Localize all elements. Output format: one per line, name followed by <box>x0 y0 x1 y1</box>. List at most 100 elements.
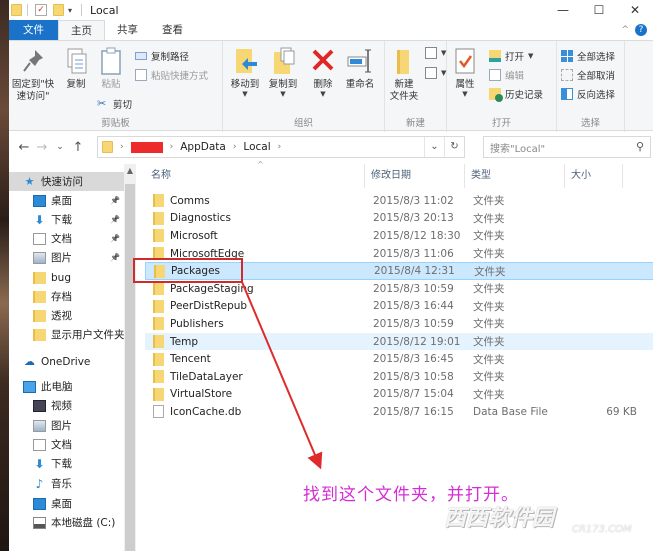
copy-path-button[interactable]: 复制路径 <box>135 49 189 63</box>
sidebar-item[interactable]: 桌面 <box>9 494 124 513</box>
file-row[interactable]: Temp 2015/8/12 19:01 文件夹 <box>145 332 653 351</box>
address-bar[interactable]: › › AppData › Local › ⌄ ↻ <box>97 136 465 158</box>
sidebar-item[interactable]: 本地磁盘 (C:) <box>9 513 124 532</box>
column-header-size[interactable]: 大小 <box>565 164 623 188</box>
edit-button[interactable]: 编辑 <box>489 68 524 82</box>
sidebar-item[interactable]: 存档 <box>9 287 124 306</box>
paste-button[interactable]: 粘贴 <box>97 46 125 91</box>
maximize-button[interactable]: ☐ <box>581 0 617 20</box>
dropdown-caret: ▼ <box>320 90 326 98</box>
forward-button[interactable]: → <box>33 140 51 155</box>
redacted-username[interactable] <box>130 141 163 153</box>
sidebar-item-label: 视频 <box>51 400 72 412</box>
properties-button[interactable]: 属性 ▼ <box>451 46 479 98</box>
pin-icon[interactable]: 📌 <box>110 234 120 243</box>
help-icon[interactable]: ? <box>635 24 647 36</box>
file-name: PackageStaging <box>170 282 254 295</box>
sidebar-item[interactable]: ⬇ 下载 📌 <box>9 210 124 229</box>
tab-view[interactable]: 查看 <box>150 20 195 40</box>
breadcrumb-separator[interactable]: › <box>278 142 282 152</box>
file-row[interactable]: IconCache.db 2015/8/7 16:15 Data Base File… <box>145 403 653 421</box>
breadcrumb-appdata[interactable]: AppData <box>180 141 226 153</box>
sidebar-item[interactable]: ☁ OneDrive <box>9 352 124 371</box>
pin-icon[interactable]: 📌 <box>110 215 120 224</box>
navigation-pane-scrollbar[interactable]: ▲ <box>124 164 136 551</box>
tab-file[interactable]: 文件 <box>9 20 58 40</box>
sidebar-item[interactable]: 此电脑 <box>9 377 124 396</box>
close-button[interactable]: ✕ <box>617 0 653 20</box>
window-controls: — ☐ ✕ <box>545 0 653 20</box>
copy-to-button[interactable]: 复制到 ▼ <box>265 46 301 98</box>
breadcrumb-separator[interactable]: › <box>170 142 174 152</box>
move-to-button[interactable]: 移动到 ▼ <box>227 46 263 98</box>
address-dropdown-button[interactable]: ⌄ <box>424 137 444 157</box>
tab-share[interactable]: 共享 <box>105 20 150 40</box>
open-button[interactable]: 打开 ▼ <box>489 49 533 63</box>
customize-toolbar-dropdown[interactable]: ▾ <box>68 6 72 15</box>
pin-icon[interactable]: 📌 <box>110 253 120 262</box>
sidebar-item[interactable]: 图片 📌 <box>9 248 124 267</box>
select-all-button[interactable]: 全部选择 <box>561 49 615 63</box>
column-header-name[interactable]: 名称 <box>145 164 365 188</box>
sidebar-item[interactable]: 图片 <box>9 416 124 435</box>
pictures-icon <box>33 419 46 432</box>
sidebar-item[interactable]: ♪ 音乐 <box>9 474 124 493</box>
invert-selection-button[interactable]: 反向选择 <box>561 87 615 101</box>
sidebar-item[interactable]: 文档 <box>9 435 124 454</box>
up-button[interactable]: ↑ <box>69 140 87 155</box>
select-none-button[interactable]: 全部取消 <box>561 68 615 82</box>
file-row[interactable]: Diagnostics 2015/8/3 20:13 文件夹 <box>145 210 653 228</box>
file-row[interactable]: PeerDistRepub 2015/8/3 16:44 文件夹 <box>145 298 653 316</box>
breadcrumb-separator[interactable]: › <box>120 142 124 152</box>
search-input[interactable]: 搜索"Local" ⚲ <box>483 136 651 158</box>
file-row[interactable]: Tencent 2015/8/3 16:45 文件夹 <box>145 350 653 368</box>
copy-path-icon <box>135 52 147 60</box>
pin-icon[interactable]: 📌 <box>110 196 120 205</box>
sidebar-item[interactable]: 显示用户文件夹 <box>9 325 124 344</box>
back-button[interactable]: ← <box>15 140 33 155</box>
sidebar-item[interactable]: bug <box>9 268 124 287</box>
collapse-ribbon-button[interactable]: ^ <box>621 25 629 35</box>
search-icon[interactable]: ⚲ <box>636 140 644 153</box>
easy-access-button[interactable]: ▼ <box>425 67 446 79</box>
paste-shortcut-button[interactable]: 粘贴快捷方式 <box>135 68 208 82</box>
properties-quick-icon[interactable]: ✓ <box>35 4 47 16</box>
sidebar-item[interactable]: ★ 快速访问 <box>9 172 124 191</box>
history-button[interactable]: 历史记录 <box>489 87 543 102</box>
file-type: 文件夹 <box>473 388 505 401</box>
refresh-button[interactable]: ↻ <box>444 137 464 157</box>
file-row[interactable]: TileDataLayer 2015/8/3 10:58 文件夹 <box>145 368 653 386</box>
file-name-cell: Publishers <box>153 317 224 331</box>
new-item-button[interactable]: ▼ <box>425 47 446 59</box>
rename-button[interactable]: 重命名 <box>341 46 379 91</box>
group-label: 打开 <box>491 118 511 129</box>
file-row[interactable]: VirtualStore 2015/8/7 15:04 文件夹 <box>145 386 653 404</box>
delete-button[interactable]: 删除 ▼ <box>309 46 337 98</box>
new-folder-quick-icon[interactable] <box>53 4 64 16</box>
sidebar-item[interactable]: 桌面 📌 <box>9 191 124 210</box>
new-folder-button[interactable]: 新建 文件夹 <box>387 46 421 103</box>
sidebar-item[interactable]: 文档 📌 <box>9 229 124 248</box>
file-row[interactable]: Comms 2015/8/3 11:02 文件夹 <box>145 192 653 210</box>
recent-locations-button[interactable]: ⌄ <box>51 142 69 152</box>
file-row[interactable]: Microsoft 2015/8/12 18:30 文件夹 <box>145 227 653 245</box>
sidebar-item[interactable]: 透视 <box>9 306 124 325</box>
scrollbar-thumb[interactable] <box>125 184 135 551</box>
file-size: 69 KB <box>606 405 637 418</box>
folder-icon[interactable] <box>11 4 22 16</box>
pin-quick-access-button[interactable]: 固定到"快 速访问" <box>11 46 55 103</box>
minimize-button[interactable]: — <box>545 0 581 20</box>
tab-home[interactable]: 主页 <box>58 20 105 40</box>
sidebar-item-label: 透视 <box>51 310 72 322</box>
file-row[interactable]: Publishers 2015/8/3 10:59 文件夹 <box>145 315 653 333</box>
column-header-date[interactable]: 修改日期 <box>365 164 465 188</box>
cut-button[interactable]: ✂ 剪切 <box>97 97 132 112</box>
file-name-cell: VirtualStore <box>153 387 232 401</box>
sidebar-item[interactable]: ⬇ 下载 <box>9 454 124 473</box>
breadcrumb-separator[interactable]: › <box>233 142 237 152</box>
copy-button[interactable]: 复制 <box>59 46 93 91</box>
column-header-type[interactable]: 类型 <box>465 164 565 188</box>
breadcrumb-local[interactable]: Local <box>243 141 270 153</box>
sidebar-item[interactable]: 视频 <box>9 396 124 415</box>
scroll-up-icon[interactable]: ▲ <box>124 166 136 175</box>
